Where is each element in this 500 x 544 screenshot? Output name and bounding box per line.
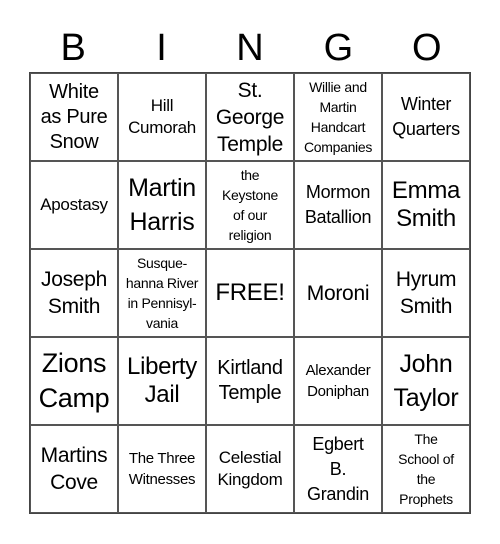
cell-text: Mormon Batallion [304,182,372,227]
bingo-cell[interactable]: Joseph Smith [30,249,118,337]
cell-text: Alexander Doniphan [305,362,371,400]
bingo-cell[interactable]: The School of the Prophets [382,425,470,513]
bingo-header: B I N G O [29,24,471,72]
cell-text: Emma Smith [391,177,461,232]
cell-text: Egbert B. Grandin [307,433,369,504]
cell-text: The Three Witnesses [128,450,196,488]
bingo-cell[interactable]: the Keystone of our religion [206,161,294,249]
bingo-cell[interactable]: Emma Smith [382,161,470,249]
cell-text: Joseph Smith [41,268,107,318]
cell-text: Moroni [306,281,370,305]
bingo-cell[interactable]: Kirtland Temple [206,337,294,425]
bingo-cell[interactable]: Winter Quarters [382,73,470,161]
cell-text: the Keystone of our religion [222,167,278,243]
free-space[interactable]: FREE! [206,249,294,337]
bingo-cell[interactable]: Moroni [294,249,382,337]
bingo-cell[interactable]: Apostasy [30,161,118,249]
bingo-cell[interactable]: Zions Camp [30,337,118,425]
bingo-cell[interactable]: Alexander Doniphan [294,337,382,425]
bingo-cell[interactable]: Susque- hanna River in Pennisyl- vania [118,249,206,337]
cell-text: St. George Temple [215,78,285,156]
cell-text: Winter Quarters [392,94,460,139]
cell-text: Apostasy [40,195,108,214]
bingo-cell[interactable]: Liberty Jail [118,337,206,425]
cell-text: White as Pure Snow [40,80,108,153]
bingo-cell[interactable]: Willie and Martin Handcart Companies [294,73,382,161]
bingo-cell[interactable]: Celestial Kingdom [206,425,294,513]
bingo-cell[interactable]: Hyrum Smith [382,249,470,337]
bingo-cell[interactable]: The Three Witnesses [118,425,206,513]
header-letter-n: N [236,27,264,69]
cell-text: Kirtland Temple [217,357,283,404]
cell-text: Willie and Martin Handcart Companies [303,79,373,155]
bingo-cell[interactable]: St. George Temple [206,73,294,161]
bingo-cell[interactable]: Mormon Batallion [294,161,382,249]
header-letter-b: B [60,27,86,69]
header-letter-g: G [323,27,354,69]
cell-text: Liberty Jail [127,353,197,408]
cell-text: The School of the Prophets [398,431,454,507]
cell-text: Hill Cumorah [128,96,196,137]
header-letter-i: I [156,27,167,69]
bingo-cell[interactable]: Egbert B. Grandin [294,425,382,513]
cell-text: Susque- hanna River in Pennisyl- vania [125,255,199,331]
cell-text: Hyrum Smith [395,268,457,318]
header-letter-o: O [411,27,442,69]
bingo-cell[interactable]: John Taylor [382,337,470,425]
cell-text: Martin Harris [128,174,196,236]
cell-text: FREE! [215,279,285,306]
bingo-grid: White as Pure Snow Hill Cumorah St. Geor… [29,72,471,514]
bingo-cell[interactable]: Hill Cumorah [118,73,206,161]
bingo-cell[interactable]: Martins Cove [30,425,118,513]
cell-text: John Taylor [393,350,459,412]
cell-text: Celestial Kingdom [217,448,283,489]
bingo-cell[interactable]: Martin Harris [118,161,206,249]
cell-text: Martins Cove [40,444,108,494]
bingo-cell[interactable]: White as Pure Snow [30,73,118,161]
cell-text: Zions Camp [38,348,110,413]
